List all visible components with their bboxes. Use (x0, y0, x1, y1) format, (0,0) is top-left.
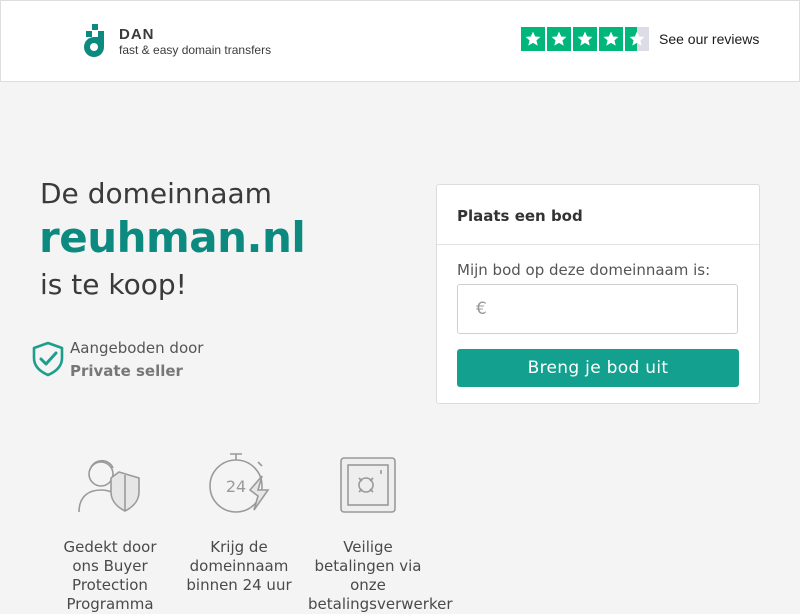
stopwatch-24-icon: 24 (209, 453, 270, 513)
brand-name[interactable]: DAN (119, 26, 155, 43)
trustpilot-rating[interactable] (521, 27, 649, 51)
shield-check-icon (32, 341, 64, 377)
dan-logo-icon[interactable] (78, 23, 114, 59)
feature-item: 24 Krijg de domeinnaam binnen 24 uur (179, 450, 299, 595)
bid-amount-label: Mijn bod op deze domeinnaam is: (457, 261, 711, 279)
bid-amount-input[interactable] (496, 293, 730, 325)
bid-card-title: Plaats een bod (457, 207, 583, 225)
half-star-icon (625, 27, 649, 51)
svg-text:24: 24 (226, 477, 246, 496)
divider (437, 244, 759, 245)
domain-name-title: reuhman.nl (39, 213, 306, 262)
bid-card: Plaats een bod Mijn bod op deze domeinna… (436, 184, 760, 404)
seller-name: Private seller (70, 362, 183, 380)
site-header: DAN fast & easy domain transfers See our… (0, 0, 800, 82)
brand-tagline: fast & easy domain transfers (119, 43, 272, 57)
star-icon (599, 27, 623, 51)
offered-by-label: Aangeboden door (70, 339, 204, 357)
feature-item: Veilige betalingen via onze betalingsver… (308, 450, 453, 614)
buyer-protection-icon (78, 459, 140, 513)
feature-text: Gedekt door ons Buyer Protection Program… (63, 538, 157, 613)
see-reviews-link[interactable]: See our reviews (659, 31, 759, 47)
star-icon (573, 27, 597, 51)
place-bid-button[interactable]: Breng je bod uit (457, 349, 739, 387)
feature-text: Veilige betalingen via onze betalingsver… (308, 538, 453, 613)
star-icon (521, 27, 545, 51)
hero-for-sale: is te koop! (40, 268, 187, 301)
feature-item: Gedekt door ons Buyer Protection Program… (50, 450, 170, 614)
hero-intro: De domeinnaam (40, 177, 272, 210)
bid-input-container[interactable]: € (457, 284, 738, 334)
euro-currency-symbol: € (476, 299, 487, 319)
feature-text: Krijg de domeinnaam binnen 24 uur (186, 538, 292, 594)
safe-icon (340, 457, 396, 513)
star-icon (547, 27, 571, 51)
